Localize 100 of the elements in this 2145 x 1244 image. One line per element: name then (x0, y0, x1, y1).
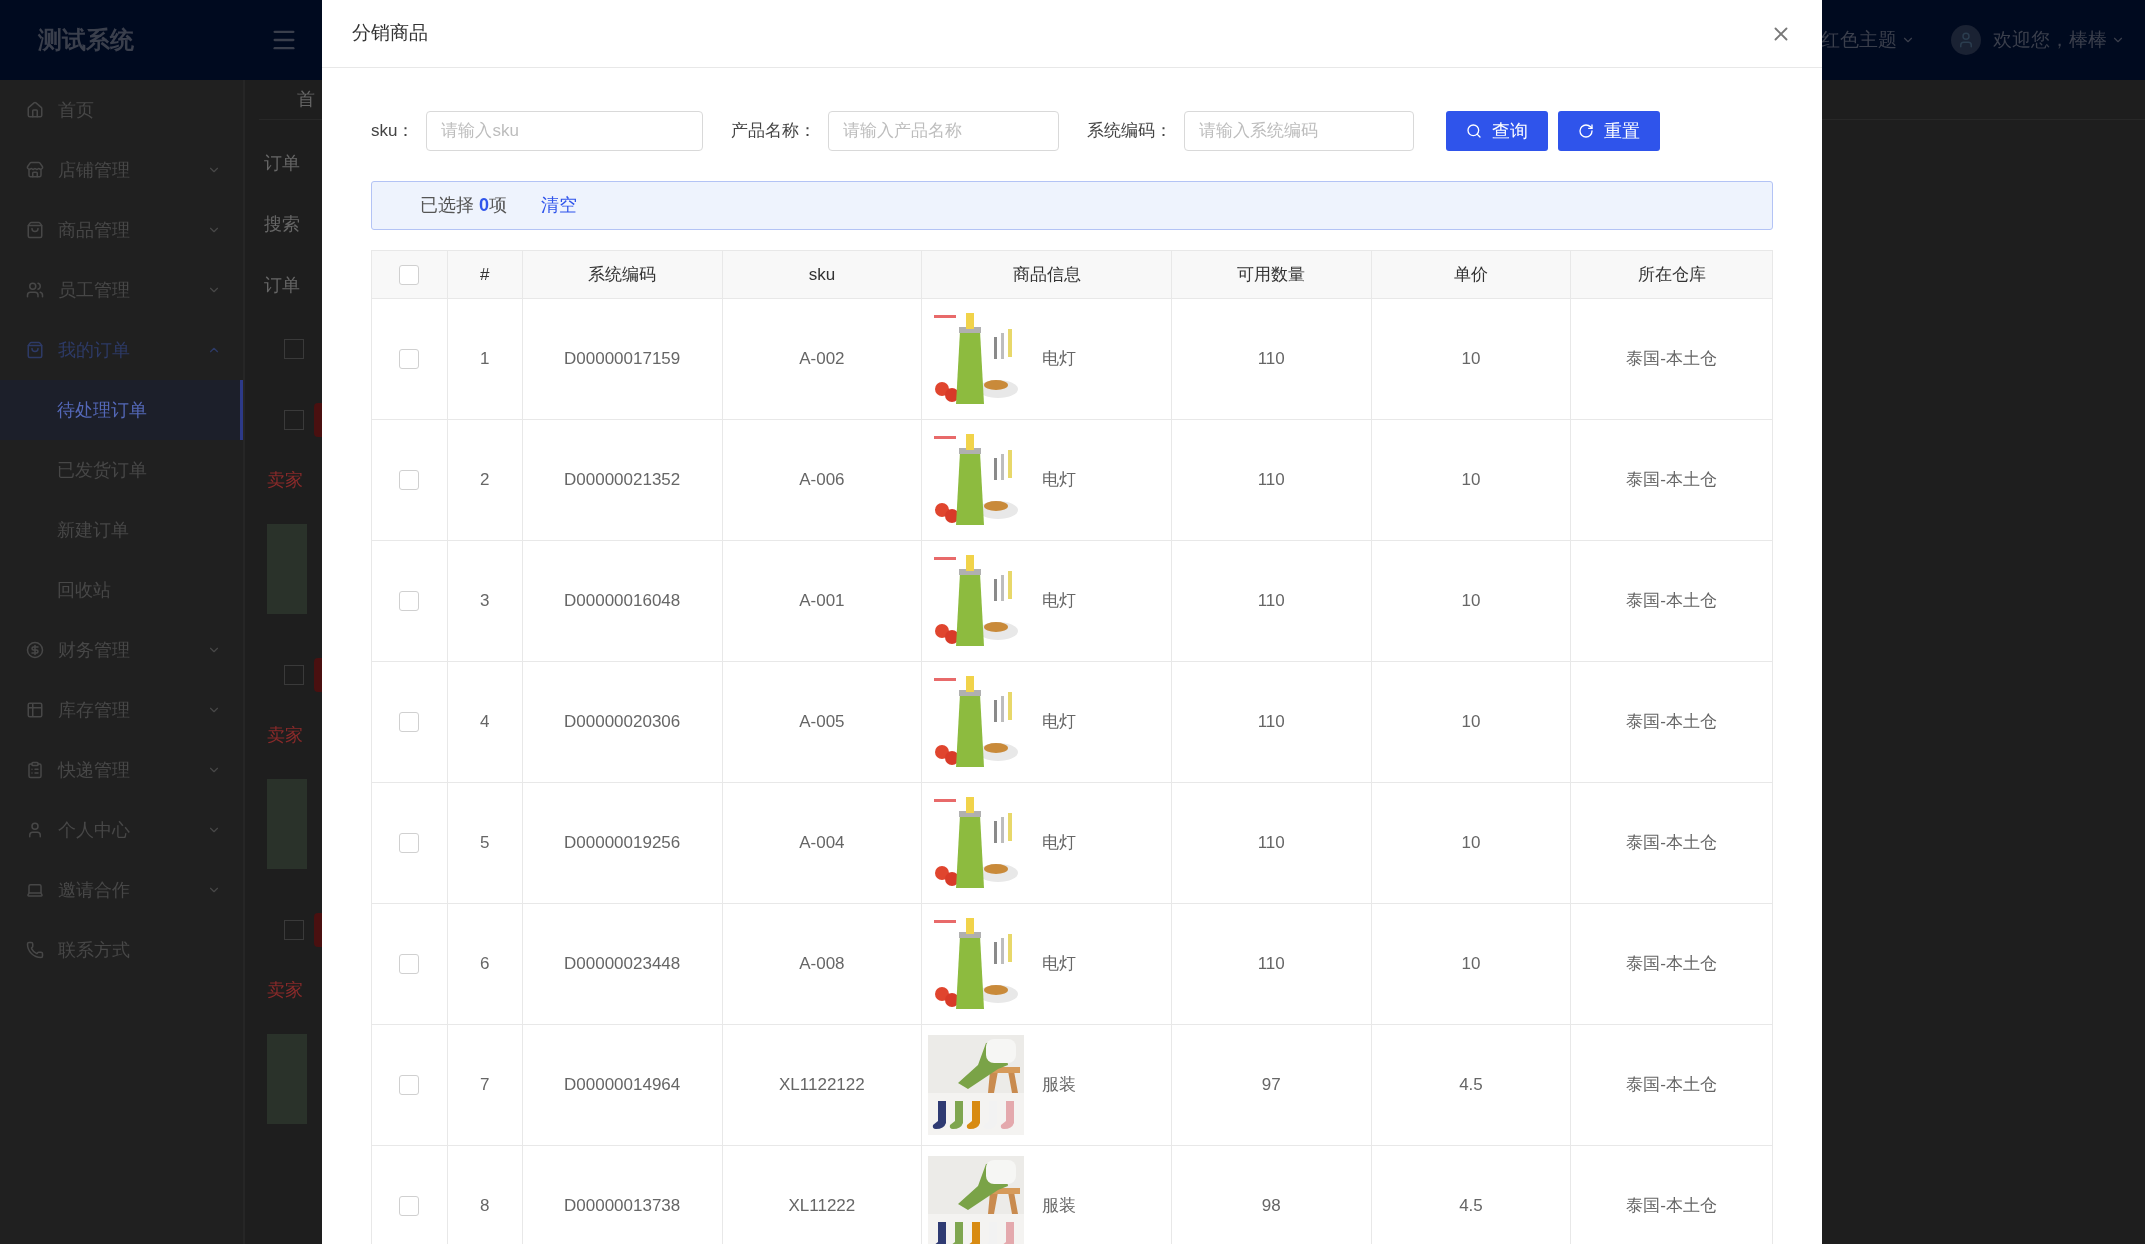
search-field[interactable]: 请输入系统编码 (1184, 111, 1415, 151)
sku-code: A-001 (799, 590, 845, 613)
product-name: 电灯 (1042, 832, 1077, 855)
home-icon (26, 101, 44, 119)
warehouse-name: 泰国-本土仓 (1626, 953, 1717, 976)
product-name: 电灯 (1042, 469, 1077, 492)
warehouse-name: 泰国-本土仓 (1626, 832, 1717, 855)
sku-code: XL11222 (788, 1195, 856, 1218)
column-header: 系统编码 (522, 251, 723, 298)
product-name: 电灯 (1042, 590, 1077, 613)
system-code: D00000021352 (564, 469, 681, 492)
refresh-icon (1578, 123, 1595, 139)
field-label: sku： (371, 120, 415, 143)
system-code: D00000023448 (564, 953, 681, 976)
row-number: 5 (480, 832, 490, 855)
warehouse-name: 泰国-本土仓 (1626, 1074, 1717, 1097)
system-code: D00000016048 (564, 590, 681, 613)
unit-price: 10 (1461, 953, 1481, 976)
unit-price: 10 (1461, 348, 1481, 371)
checkbox[interactable] (284, 339, 304, 359)
row-number: 8 (480, 1195, 490, 1218)
sku-code: A-004 (799, 832, 845, 855)
column-header: # (447, 251, 523, 298)
sku-code: A-006 (799, 469, 845, 492)
sku-code: A-002 (799, 348, 845, 371)
bag-icon (26, 341, 44, 359)
warehouse-name: 泰国-本土仓 (1626, 590, 1717, 613)
phone-icon (26, 941, 44, 959)
available-quantity: 110 (1257, 590, 1285, 613)
seller-note: 卖家 (267, 979, 303, 1002)
user-menu[interactable]: 欢迎您，棒棒 (1993, 25, 2125, 55)
warehouse-name: 泰国-本土仓 (1626, 469, 1717, 492)
column-header: 可用数量 (1171, 251, 1372, 298)
available-quantity: 110 (1257, 711, 1285, 734)
unit-price: 10 (1461, 590, 1481, 613)
sku-code: A-008 (799, 953, 845, 976)
user-icon (26, 821, 44, 839)
available-quantity: 97 (1261, 1074, 1281, 1097)
system-code: D00000014964 (564, 1074, 681, 1097)
available-quantity: 110 (1257, 832, 1285, 855)
product-name: 服装 (1042, 1195, 1077, 1218)
list-icon (26, 761, 44, 779)
theme-menu[interactable]: 红色主题 (1821, 25, 1915, 55)
search-icon (1466, 123, 1483, 139)
product-name: 服装 (1042, 1074, 1077, 1097)
search-field[interactable]: 请输入sku (426, 111, 704, 151)
search-field[interactable]: 请输入产品名称 (828, 111, 1060, 151)
seller-note: 卖家 (267, 469, 303, 492)
store-icon (26, 161, 44, 179)
unit-price: 4.5 (1459, 1074, 1483, 1097)
available-quantity: 110 (1257, 953, 1285, 976)
breadcrumb-tab[interactable]: 首 (297, 86, 315, 113)
bag-icon (26, 221, 44, 239)
app-logo: 测试系统 (38, 25, 135, 55)
column-header: 商品信息 (922, 251, 1172, 298)
unit-price: 10 (1461, 469, 1481, 492)
field-label: 系统编码： (1087, 120, 1173, 143)
row-number: 3 (480, 590, 490, 613)
avatar-icon[interactable] (1951, 25, 1981, 55)
checkbox[interactable] (284, 665, 304, 685)
laptop-icon (26, 881, 44, 899)
reset-button[interactable]: 重置 (1558, 111, 1661, 151)
column-header: sku (722, 251, 923, 298)
system-code: D00000017159 (564, 348, 681, 371)
system-code: D00000019256 (564, 832, 681, 855)
selection-count: 已选择 0项 (420, 194, 508, 217)
search-button[interactable]: 查询 (1446, 111, 1549, 151)
clear-link[interactable]: 清空 (541, 192, 578, 219)
system-code: D00000013738 (564, 1195, 681, 1218)
filter-label: 搜索 (264, 213, 300, 236)
sidebar-subitem[interactable]: 待处理订单 (0, 380, 243, 440)
filter-label: 订单 (264, 152, 300, 175)
sku-code: XL1122122 (779, 1074, 865, 1097)
system-code: D00000020306 (564, 711, 681, 734)
field-label: 产品名称： (731, 120, 817, 143)
column-header: 单价 (1371, 251, 1572, 298)
available-quantity: 110 (1257, 348, 1285, 371)
warehouse-name: 泰国-本土仓 (1626, 348, 1717, 371)
seller-note: 卖家 (267, 724, 303, 747)
row-number: 2 (480, 469, 490, 492)
checkbox[interactable] (284, 410, 304, 430)
product-name: 电灯 (1042, 348, 1077, 371)
product-name: 电灯 (1042, 711, 1077, 734)
sidebar-item[interactable]: 我的订单 (0, 320, 243, 380)
row-number: 1 (480, 348, 490, 371)
checkbox[interactable] (284, 920, 304, 940)
available-quantity: 110 (1257, 469, 1285, 492)
unit-price: 10 (1461, 711, 1481, 734)
available-quantity: 98 (1261, 1195, 1281, 1218)
dialog-title: 分销商品 (352, 21, 428, 46)
unit-price: 4.5 (1459, 1195, 1483, 1218)
column-header: 所在仓库 (1636, 263, 1707, 286)
row-number: 7 (480, 1074, 490, 1097)
product-name: 电灯 (1042, 953, 1077, 976)
grid-icon (26, 701, 44, 719)
row-number: 6 (480, 953, 490, 976)
warehouse-name: 泰国-本土仓 (1626, 711, 1717, 734)
unit-price: 10 (1461, 832, 1481, 855)
warehouse-name: 泰国-本土仓 (1626, 1195, 1717, 1218)
sku-code: A-005 (799, 711, 845, 734)
